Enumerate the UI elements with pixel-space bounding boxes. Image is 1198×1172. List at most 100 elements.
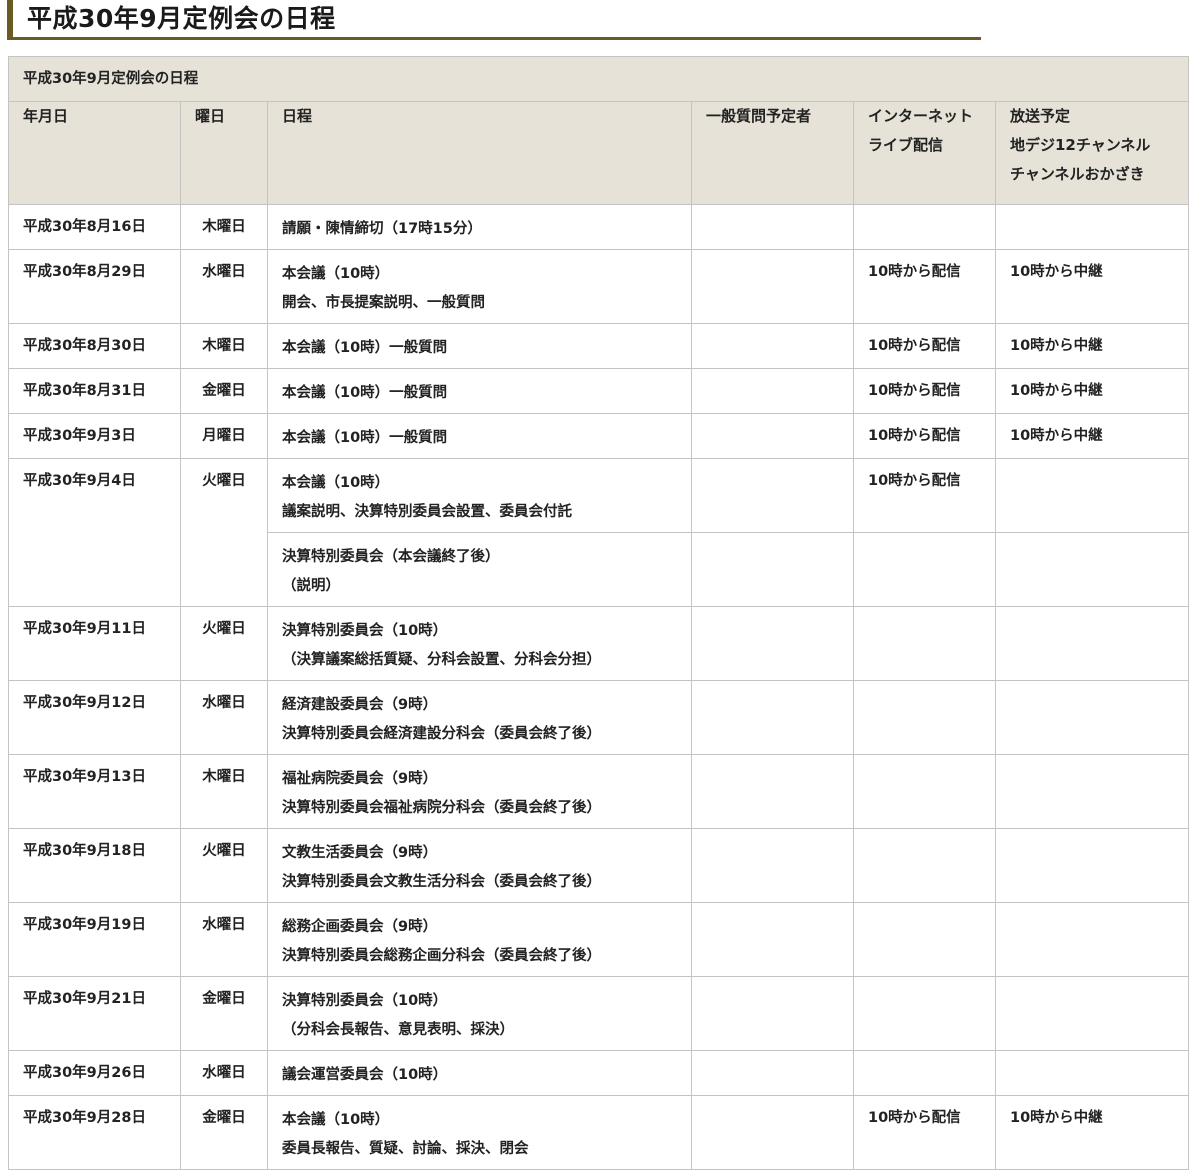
schedule-line: 経済建設委員会（9時） [282,697,438,713]
table-row: 平成30年9月13日 木曜日 福祉病院委員会（9時） 決算特別委員会福祉病院分科会（委… [8,754,1189,829]
cell-questioners [691,828,854,903]
table-row: 平成30年9月18日 火曜日 文教生活委員会（9時） 決算特別委員会文教生活分科会（委… [8,828,1189,903]
cell-internet [853,1050,996,1096]
table-row: 平成30年9月21日 金曜日 決算特別委員会（10時） （分科会長報告、意見表明、採決… [8,976,1189,1051]
cell-schedule: 本会議（10時） 委員長報告、質疑、討論、採決、閉会 [267,1095,692,1170]
schedule-line: 議案説明、決算特別委員会設置、委員会付託 [282,504,572,520]
cell-internet [853,828,996,903]
table-caption-row: 平成30年9月定例会の日程 [8,56,1189,102]
cell-internet: 10時から配信 [853,458,996,533]
cell-broadcast [995,532,1189,607]
cell-schedule: 請願・陳情締切（17時15分） [267,204,692,250]
cell-broadcast: 10時から中継 [995,413,1189,459]
header-internet: インターネット ライブ配信 [853,101,996,205]
schedule-line: 決算特別委員会（本会議終了後） [282,549,500,565]
cell-broadcast [995,828,1189,903]
cell-internet [853,754,996,829]
schedule-line: 本会議（10時）一般質問 [282,385,448,401]
cell-broadcast [995,754,1189,829]
table-row: 平成30年9月28日 金曜日 本会議（10時） 委員長報告、質疑、討論、採決、閉会 10… [8,1095,1189,1170]
cell-broadcast: 10時から中継 [995,1095,1189,1170]
cell-weekday: 火曜日 [180,606,268,681]
schedule-line: 本会議（10時） [282,266,390,282]
schedule-line: 総務企画委員会（9時） [282,919,438,935]
cell-date: 平成30年9月21日 [8,976,181,1051]
cell-weekday: 水曜日 [180,249,268,324]
cell-date: 平成30年9月26日 [8,1050,181,1096]
schedule-line: 決算特別委員会文教生活分科会（委員会終了後） [282,874,601,890]
table-row: 平成30年9月11日 火曜日 決算特別委員会（10時） （決算議案総括質疑、分科会設置… [8,606,1189,681]
schedule-line: （分科会長報告、意見表明、採決） [282,1022,514,1038]
cell-schedule: 議会運営委員会（10時） [267,1050,692,1096]
cell-schedule: 文教生活委員会（9時） 決算特別委員会文教生活分科会（委員会終了後） [267,828,692,903]
schedule-line: 決算特別委員会福祉病院分科会（委員会終了後） [282,800,601,816]
cell-schedule: 総務企画委員会（9時） 決算特別委員会総務企画分科会（委員会終了後） [267,902,692,977]
cell-broadcast: 10時から中継 [995,249,1189,324]
table-row: 平成30年8月29日 水曜日 本会議（10時） 開会、市長提案説明、一般質問 10時から… [8,249,1189,324]
cell-schedule: 経済建設委員会（9時） 決算特別委員会経済建設分科会（委員会終了後） [267,680,692,755]
cell-date: 平成30年8月29日 [8,249,181,324]
header-date: 年月日 [8,101,181,205]
header-broadcast: 放送予定 地デジ12チャンネル チャンネルおかざき [995,101,1189,205]
schedule-line: 決算特別委員会（10時） [282,623,448,639]
cell-schedule: 本会議（10時）一般質問 [267,413,692,459]
cell-date: 平成30年9月12日 [8,680,181,755]
cell-questioners [691,754,854,829]
cell-internet [853,976,996,1051]
cell-internet [853,204,996,250]
page-title: 平成30年9月定例会の日程 [27,4,336,33]
header-questioners: 一般質問予定者 [691,101,854,205]
schedule-line: 決算特別委員会総務企画分科会（委員会終了後） [282,948,601,964]
schedule-line: 本会議（10時） [282,1112,390,1128]
schedule-line: 文教生活委員会（9時） [282,845,438,861]
cell-questioners [691,1050,854,1096]
cell-broadcast: 10時から中継 [995,323,1189,369]
cell-questioners [691,976,854,1051]
schedule-line: 請願・陳情締切（17時15分） [282,221,482,237]
cell-broadcast [995,204,1189,250]
cell-date: 平成30年9月19日 [8,902,181,977]
schedule-line: 決算特別委員会経済建設分科会（委員会終了後） [282,726,601,742]
cell-questioners [691,680,854,755]
table-row: 平成30年9月26日 水曜日 議会運営委員会（10時） [8,1050,1189,1096]
cell-date: 平成30年9月11日 [8,606,181,681]
cell-weekday: 木曜日 [180,323,268,369]
cell-date: 平成30年8月16日 [8,204,181,250]
cell-date: 平成30年9月18日 [8,828,181,903]
cell-questioners [691,902,854,977]
cell-date: 平成30年8月30日 [8,323,181,369]
page-title-bar: 平成30年9月定例会の日程 [7,0,981,40]
schedule-line: 本会議（10時） [282,475,390,491]
table-row: 平成30年8月16日 木曜日 請願・陳情締切（17時15分） [8,204,1189,250]
schedule-line: 福祉病院委員会（9時） [282,771,438,787]
cell-date: 平成30年9月4日 [8,458,181,607]
cell-date: 平成30年9月13日 [8,754,181,829]
schedule-line: 議会運営委員会（10時） [282,1067,448,1083]
cell-weekday: 木曜日 [180,754,268,829]
cell-date: 平成30年9月28日 [8,1095,181,1170]
table-row: 平成30年9月4日 火曜日 本会議（10時） 議案説明、決算特別委員会設置、委員会付託… [8,458,1189,607]
cell-broadcast [995,680,1189,755]
schedule-table: 平成30年9月定例会の日程 年月日 曜日 日程 一般質問予定者 インターネット … [8,56,1189,1170]
cell-broadcast: 10時から中継 [995,368,1189,414]
cell-date: 平成30年8月31日 [8,368,181,414]
schedule-line: （決算議案総括質疑、分科会設置、分科会分担） [282,652,601,668]
cell-weekday: 水曜日 [180,680,268,755]
cell-questioners [691,323,854,369]
cell-questioners [691,413,854,459]
cell-schedule: 決算特別委員会（10時） （分科会長報告、意見表明、採決） [267,976,692,1051]
cell-schedule: 本会議（10時）一般質問 [267,368,692,414]
cell-broadcast [995,976,1189,1051]
cell-weekday: 水曜日 [180,902,268,977]
cell-broadcast [995,458,1189,533]
cell-weekday: 金曜日 [180,976,268,1051]
cell-questioners [691,1095,854,1170]
schedule-line: 委員長報告、質疑、討論、採決、閉会 [282,1141,529,1157]
cell-schedule: 決算特別委員会（本会議終了後） （説明） [267,532,692,607]
header-weekday: 曜日 [180,101,268,205]
cell-broadcast [995,902,1189,977]
table-row: 平成30年9月19日 水曜日 総務企画委員会（9時） 決算特別委員会総務企画分科会（委… [8,902,1189,977]
cell-schedule: 本会議（10時）一般質問 [267,323,692,369]
cell-schedule: 本会議（10時） 議案説明、決算特別委員会設置、委員会付託 [267,458,692,533]
cell-internet: 10時から配信 [853,1095,996,1170]
